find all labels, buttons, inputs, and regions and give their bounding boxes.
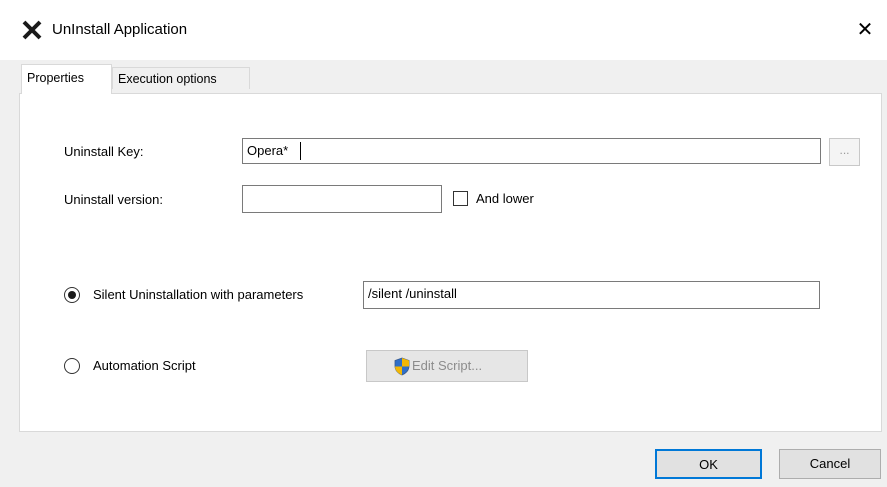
uninstall-key-label: Uninstall Key: [64, 144, 144, 159]
x-app-icon [22, 20, 42, 40]
ok-button[interactable]: OK [655, 449, 762, 479]
edit-script-label: Edit Script... [412, 358, 483, 373]
silent-uninstall-label: Silent Uninstallation with parameters [93, 287, 304, 302]
automation-script-radio[interactable] [64, 358, 80, 374]
uninstall-key-input[interactable]: Opera* [242, 138, 821, 164]
close-icon[interactable]: ✕ [851, 16, 879, 44]
text-caret [300, 142, 301, 160]
uac-shield-icon [394, 357, 410, 376]
edit-script-button[interactable]: Edit Script... [366, 350, 528, 382]
uninstall-version-label: Uninstall version: [64, 192, 163, 207]
cancel-button[interactable]: Cancel [779, 449, 881, 479]
silent-uninstall-radio[interactable] [64, 287, 80, 303]
uninstall-version-input[interactable] [242, 185, 442, 213]
tab-properties[interactable]: Properties [21, 64, 112, 94]
tab-execution-options[interactable]: Execution options [112, 67, 250, 89]
and-lower-checkbox[interactable] [453, 191, 468, 206]
title-bar: UnInstall Application ✕ [0, 0, 887, 60]
and-lower-label: And lower [476, 191, 534, 206]
silent-parameters-input[interactable]: /silent /uninstall [363, 281, 820, 309]
browse-button[interactable]: ... [829, 138, 860, 166]
window-title: UnInstall Application [52, 21, 188, 38]
automation-script-label: Automation Script [93, 358, 196, 373]
